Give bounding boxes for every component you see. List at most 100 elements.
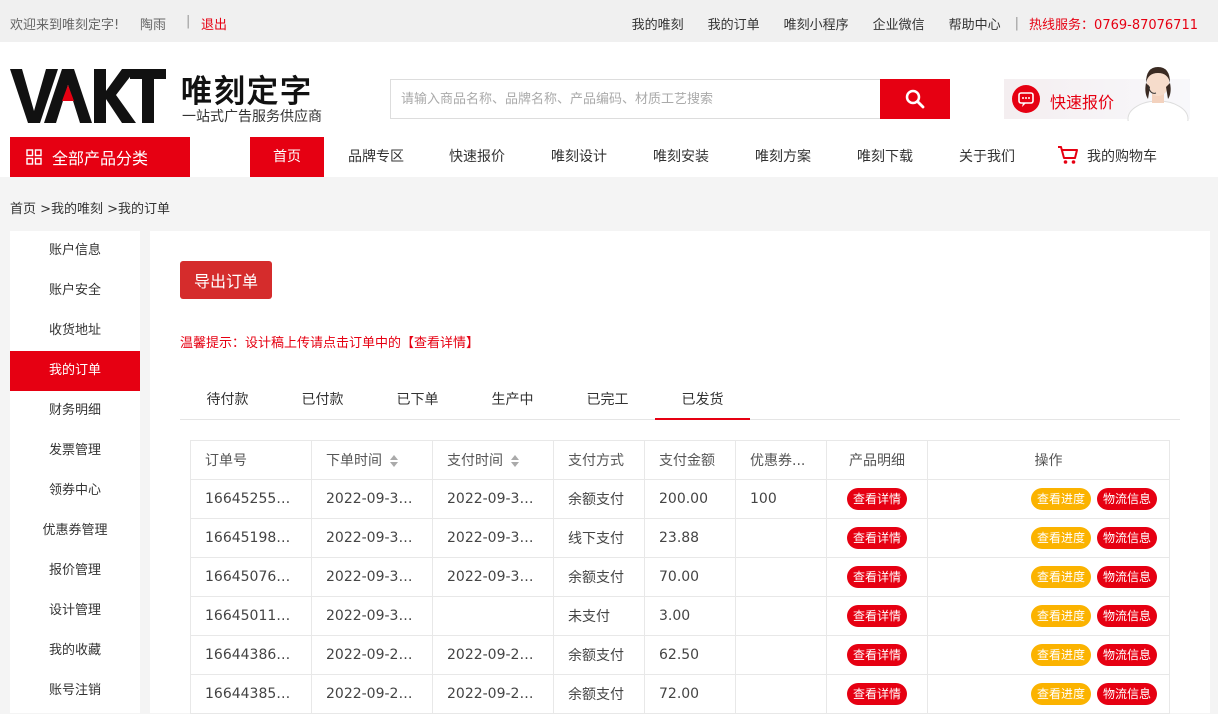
sidebar-item-my-orders[interactable]: 我的订单 — [10, 351, 140, 391]
view-detail-button[interactable]: 查看详情 — [846, 683, 907, 705]
coupon-value — [735, 674, 827, 714]
sort-icon[interactable] — [511, 455, 519, 467]
actions-cell: 查看进度 物流信息 — [927, 596, 1170, 636]
nav-item-download[interactable]: 唯刻下载 — [849, 137, 921, 177]
all-categories-button[interactable]: 全部产品分类 — [10, 137, 190, 177]
search-button[interactable] — [880, 79, 950, 119]
quick-quote-button[interactable]: 快速报价 — [1004, 67, 1190, 121]
logistics-info-button[interactable]: 物流信息 — [1096, 488, 1157, 510]
product-detail-cell: 查看详情 — [826, 635, 928, 675]
created-time: 2022-09-30... — [311, 596, 433, 636]
order-number[interactable]: 166443854... — [190, 674, 312, 714]
order-number[interactable]: 166452556... — [190, 479, 312, 519]
sidebar-item-account-info[interactable]: 账户信息 — [10, 231, 140, 271]
view-progress-button[interactable]: 查看进度 — [1030, 683, 1091, 705]
paid-time — [432, 596, 554, 636]
nav-item-quick-quote[interactable]: 快速报价 — [441, 137, 513, 177]
view-detail-button[interactable]: 查看详情 — [846, 644, 907, 666]
pay-amount: 23.88 — [644, 518, 736, 558]
sort-icon[interactable] — [390, 455, 398, 467]
logo-mark-icon[interactable] — [10, 67, 166, 125]
col-created-time[interactable]: 下单时间 — [311, 440, 433, 480]
logistics-info-button[interactable]: 物流信息 — [1096, 527, 1157, 549]
pay-method: 未支付 — [553, 596, 645, 636]
nav-item-design[interactable]: 唯刻设计 — [543, 137, 615, 177]
created-time: 2022-09-30... — [311, 518, 433, 558]
top-link-help[interactable]: 帮助中心 — [949, 14, 1001, 33]
tab-shipped[interactable]: 已发货 — [655, 381, 750, 420]
top-links: 我的唯刻 我的订单 唯刻小程序 企业微信 帮助中心 | 热线服务：0769-87… — [608, 14, 1198, 33]
site-header: 唯刻定字 一站式广告服务供应商 快速报价 — [0, 42, 1218, 137]
view-progress-button[interactable]: 查看进度 — [1030, 488, 1091, 510]
sidebar-item-design-manage[interactable]: 设计管理 — [10, 591, 140, 631]
export-orders-button[interactable]: 导出订单 — [180, 261, 272, 299]
top-link-mini-program[interactable]: 唯刻小程序 — [784, 14, 849, 33]
sidebar-item-quote-manage[interactable]: 报价管理 — [10, 551, 140, 591]
order-number[interactable]: 166451984... — [190, 518, 312, 558]
col-pay-method: 支付方式 — [553, 440, 645, 480]
sidebar-item-favorites[interactable]: 我的收藏 — [10, 631, 140, 671]
view-progress-button[interactable]: 查看进度 — [1030, 566, 1091, 588]
created-time: 2022-09-29... — [311, 635, 433, 675]
logistics-info-button[interactable]: 物流信息 — [1096, 566, 1157, 588]
tab-pending-payment[interactable]: 待付款 — [180, 381, 275, 420]
tab-completed[interactable]: 已完工 — [560, 381, 655, 420]
account-sidebar: 账户信息 账户安全 收货地址 我的订单 财务明细 发票管理 领券中心 优惠券管理… — [10, 231, 140, 713]
view-progress-button[interactable]: 查看进度 — [1030, 527, 1091, 549]
search-input[interactable] — [391, 80, 880, 118]
nav-item-install[interactable]: 唯刻安装 — [645, 137, 717, 177]
nav-item-about[interactable]: 关于我们 — [951, 137, 1023, 177]
logistics-info-button[interactable]: 物流信息 — [1096, 605, 1157, 627]
tab-in-production[interactable]: 生产中 — [465, 381, 560, 420]
view-detail-button[interactable]: 查看详情 — [846, 488, 907, 510]
table-row: 166452556... 2022-09-30... 2022-09-30... 余额… — [190, 479, 1170, 519]
sidebar-item-deactivate[interactable]: 账号注销 — [10, 671, 140, 711]
pay-method: 余额支付 — [553, 479, 645, 519]
view-detail-button[interactable]: 查看详情 — [846, 566, 907, 588]
top-link-my-vkt[interactable]: 我的唯刻 — [632, 14, 684, 33]
customer-service-avatar — [1127, 67, 1189, 121]
actions-cell: 查看进度 物流信息 — [927, 674, 1170, 714]
nav-item-home[interactable]: 首页 — [250, 137, 324, 177]
cart-icon[interactable] — [1057, 145, 1079, 165]
welcome-text: 欢迎来到唯刻定字! — [10, 18, 120, 33]
col-coupon: 优惠券... — [735, 440, 827, 480]
tab-paid[interactable]: 已付款 — [275, 381, 370, 420]
order-number[interactable]: 166450111... — [190, 596, 312, 636]
nav-item-brands[interactable]: 品牌专区 — [340, 137, 412, 177]
product-detail-cell: 查看详情 — [826, 518, 928, 558]
tab-ordered[interactable]: 已下单 — [370, 381, 465, 420]
coupon-value — [735, 635, 827, 675]
view-detail-button[interactable]: 查看详情 — [846, 605, 907, 627]
nav-item-solutions[interactable]: 唯刻方案 — [747, 137, 819, 177]
order-number[interactable]: 166450769... — [190, 557, 312, 597]
sidebar-item-coupon-center[interactable]: 领券中心 — [10, 471, 140, 511]
product-detail-cell: 查看详情 — [826, 557, 928, 597]
col-paid-time[interactable]: 支付时间 — [432, 440, 554, 480]
order-number[interactable]: 166443864... — [190, 635, 312, 675]
view-progress-button[interactable]: 查看进度 — [1030, 605, 1091, 627]
coupon-value — [735, 518, 827, 558]
sidebar-item-account-security[interactable]: 账户安全 — [10, 271, 140, 311]
view-detail-button[interactable]: 查看详情 — [846, 527, 907, 549]
pay-amount: 70.00 — [644, 557, 736, 597]
logout-link[interactable]: 退出 — [201, 14, 227, 33]
top-link-my-orders[interactable]: 我的订单 — [708, 14, 760, 33]
logo-name: 唯刻定字 — [181, 74, 313, 110]
pay-method: 余额支付 — [553, 674, 645, 714]
logistics-info-button[interactable]: 物流信息 — [1096, 644, 1157, 666]
pay-amount: 3.00 — [644, 596, 736, 636]
nav-item-cart[interactable]: 我的购物车 — [1085, 137, 1159, 177]
sidebar-item-address[interactable]: 收货地址 — [10, 311, 140, 351]
sidebar-item-coupon-manage[interactable]: 优惠券管理 — [10, 511, 140, 551]
sidebar-item-invoice[interactable]: 发票管理 — [10, 431, 140, 471]
hotline: 热线服务：0769-87076711 — [1029, 18, 1198, 33]
coupon-value: 100 — [735, 479, 827, 519]
logistics-info-button[interactable]: 物流信息 — [1096, 683, 1157, 705]
top-link-wecom[interactable]: 企业微信 — [873, 14, 925, 33]
actions-cell: 查看进度 物流信息 — [927, 635, 1170, 675]
paid-time: 2022-09-30... — [432, 557, 554, 597]
pay-method: 线下支付 — [553, 518, 645, 558]
sidebar-item-finance[interactable]: 财务明细 — [10, 391, 140, 431]
view-progress-button[interactable]: 查看进度 — [1030, 644, 1091, 666]
